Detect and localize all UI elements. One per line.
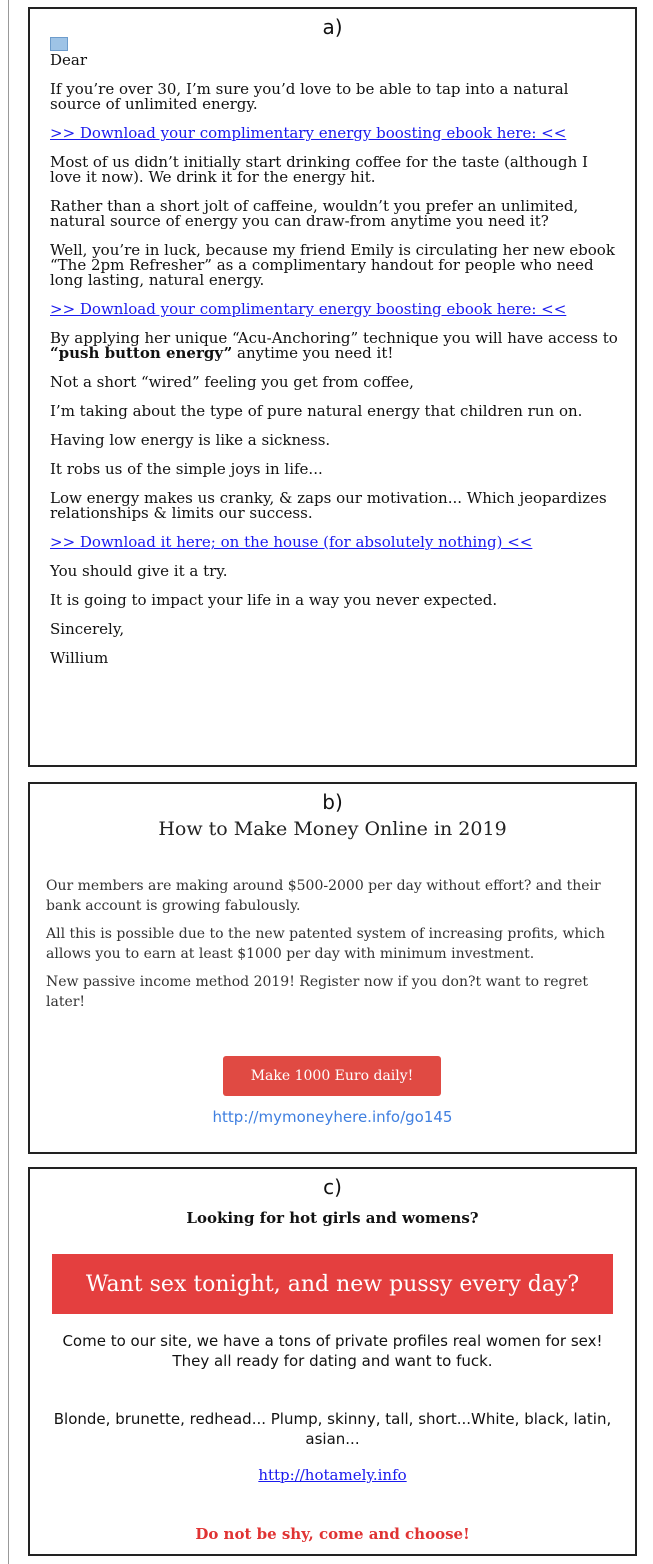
greeting-line: Dear: [50, 37, 619, 68]
sign-off: Sincerely,: [50, 620, 125, 638]
paragraph: By applying her unique “Acu-Anchoring” t…: [50, 331, 619, 361]
paragraph: Rather than a short jolt of caffeine, wo…: [50, 197, 579, 230]
paragraph: You should give it a try.: [50, 562, 228, 580]
panel-b-label: b): [322, 790, 343, 814]
paragraph-text: anytime you need it!: [232, 344, 394, 362]
paragraph: New passive income method 2019! Register…: [46, 974, 589, 1010]
paragraph: Having low energy is like a sickness.: [50, 431, 331, 449]
page-left-border: [8, 0, 9, 1564]
dating-site-link[interactable]: http://hotamely.info: [258, 1465, 406, 1485]
signature: Willium: [50, 649, 109, 667]
panel-c-label: c): [323, 1175, 342, 1199]
email-title: How to Make Money Online in 2019: [158, 818, 507, 840]
paragraph: If you’re over 30, I’m sure you’d love t…: [50, 80, 569, 113]
paragraph: Not a short “wired” feeling you get from…: [50, 373, 414, 391]
make-money-button[interactable]: Make 1000 Euro daily!: [223, 1056, 441, 1096]
paragraph: I’m taking about the type of pure natura…: [50, 402, 583, 420]
download-ebook-link[interactable]: >> Download your complimentary energy bo…: [50, 124, 566, 142]
download-ebook-link[interactable]: >> Download your complimentary energy bo…: [50, 300, 566, 318]
promo-banner[interactable]: Want sex tonight, and new pussy every da…: [52, 1254, 613, 1314]
money-site-link[interactable]: http://mymoneyhere.info/go145: [30, 1108, 635, 1126]
email-body: Our members are making around $500-2000 …: [46, 876, 621, 1020]
paragraph: Our members are making around $500-2000 …: [46, 878, 601, 914]
email-body: Dear If you’re over 30, I’m sure you’d l…: [50, 37, 619, 680]
panel-a-label: a): [322, 15, 343, 39]
paragraph: Come to our site, we have a tons of priv…: [62, 1332, 603, 1370]
paragraph: Most of us didn’t initially start drinki…: [50, 153, 588, 186]
email-panel-b: b) How to Make Money Online in 2019 Our …: [28, 782, 637, 1154]
emphasis-text: “push button energy”: [50, 344, 233, 362]
paragraph: Blonde, brunette, redhead... Plump, skin…: [53, 1410, 612, 1448]
paragraph: Well, you’re in luck, because my friend …: [50, 241, 615, 289]
email-headline: Looking for hot girls and womens?: [186, 1209, 479, 1227]
email-panel-c: c) Looking for hot girls and womens? Wan…: [28, 1167, 637, 1556]
download-free-link[interactable]: >> Download it here; on the house (for a…: [50, 533, 532, 551]
paragraph: Low energy makes us cranky, & zaps our m…: [50, 489, 607, 522]
paragraph: It robs us of the simple joys in life...: [50, 460, 323, 478]
broken-image-icon: [50, 37, 68, 51]
paragraph: All this is possible due to the new pate…: [46, 926, 605, 962]
greeting-text: Dear: [50, 51, 88, 69]
call-to-action: Do not be shy, come and choose!: [195, 1525, 470, 1543]
email-body: Come to our site, we have a tons of priv…: [50, 1331, 615, 1485]
email-panel-a: a) Dear If you’re over 30, I’m sure you’…: [28, 7, 637, 767]
paragraph: It is going to impact your life in a way…: [50, 591, 498, 609]
